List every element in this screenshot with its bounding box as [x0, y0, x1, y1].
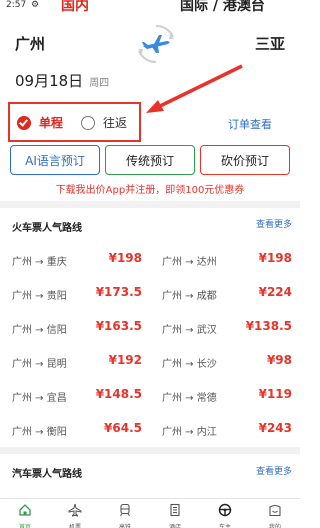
nav-label: 首页	[18, 524, 31, 528]
nav-label: 我的	[268, 524, 281, 528]
route-price: ¥98	[266, 353, 292, 367]
ai-booking-button[interactable]: AI语言预订	[10, 145, 100, 175]
route-name: 广州 → 内江	[162, 427, 217, 438]
route-item[interactable]: 广州 → 昆明 ¥192	[0, 351, 150, 385]
checked-radio-icon	[17, 115, 31, 130]
departure-date: 09月18日	[15, 72, 84, 90]
plane-icon	[68, 503, 82, 517]
nav-home[interactable]: 首页	[0, 502, 50, 528]
route-price: ¥243	[258, 421, 292, 435]
tab-international[interactable]: 国际 / 港澳台	[180, 0, 265, 15]
route-name: 广州 → 贵阳	[12, 291, 67, 302]
section-divider	[0, 201, 300, 208]
annotation-arrow-icon	[146, 64, 243, 113]
route-item[interactable]: 广州 → 重庆 ¥198	[0, 249, 150, 283]
trip-type-selector: 单程 往返	[8, 102, 141, 142]
bargain-booking-button[interactable]: 砍价预订	[200, 145, 290, 175]
route-price: ¥173.5	[95, 285, 142, 299]
route-item[interactable]: 广州 → 武汉 ¥138.5	[150, 317, 300, 351]
section-divider	[0, 447, 300, 454]
train-section-title: 火车票人气路线	[12, 223, 82, 234]
route-price: ¥198	[258, 251, 292, 265]
home-icon	[19, 504, 31, 516]
route-item[interactable]: 广州 → 宜昌 ¥148.5	[0, 385, 150, 419]
one-way-radio[interactable]: 单程	[17, 114, 63, 131]
bus-see-more-link[interactable]: 查看更多	[256, 464, 292, 477]
nav-hotel[interactable]: 酒店	[150, 502, 200, 528]
route-name: 广州 → 重庆	[12, 257, 67, 268]
route-price: ¥163.5	[95, 319, 142, 333]
route-name: 广州 → 武汉	[162, 325, 217, 336]
hotel-icon	[170, 503, 180, 517]
route-price: ¥192	[108, 353, 142, 367]
profile-icon	[269, 504, 281, 517]
route-item[interactable]: 广州 → 信阳 ¥163.5	[0, 317, 150, 351]
nav-label: 高铁	[118, 524, 131, 528]
route-item[interactable]: 广州 → 达州 ¥198	[150, 249, 300, 283]
date-selector[interactable]: 09月18日 周四	[15, 70, 109, 92]
nav-label: 车主	[218, 524, 231, 528]
nav-label: 酒店	[168, 524, 181, 528]
nav-car-owner[interactable]: 车主	[200, 502, 250, 528]
route-item[interactable]: 广州 → 贵阳 ¥173.5	[0, 283, 150, 317]
route-price: ¥148.5	[95, 387, 142, 401]
bus-section-title: 汽车票人气路线	[12, 469, 82, 480]
tab-domestic[interactable]: 国内	[61, 0, 89, 15]
round-trip-radio[interactable]: 往返	[81, 114, 127, 131]
one-way-label: 单程	[39, 116, 64, 130]
route-name: 广州 → 达州	[162, 257, 217, 268]
weekday: 周四	[89, 78, 110, 89]
train-see-more-link[interactable]: 查看更多	[256, 217, 292, 230]
route-name: 广州 → 宜昌	[12, 393, 67, 404]
nav-flights[interactable]: 机票	[50, 502, 100, 528]
nav-label: 机票	[68, 524, 81, 528]
route-item[interactable]: 广州 → 成都 ¥224	[150, 283, 300, 317]
booking-buttons: AI语言预订 传统预订 砍价预订	[10, 145, 292, 175]
route-price: ¥119	[258, 387, 292, 401]
nav-profile[interactable]: 我的	[250, 502, 300, 528]
route-name: 广州 → 衡阳	[12, 427, 67, 438]
top-tabs: 国内 国际 / 港澳台	[0, 0, 300, 14]
nav-train[interactable]: 高铁	[100, 502, 150, 528]
round-trip-label: 往返	[103, 116, 128, 130]
steering-wheel-icon	[218, 503, 232, 517]
route-name: 广州 → 常德	[162, 393, 217, 404]
route-name: 广州 → 长沙	[162, 359, 217, 370]
route-price: ¥138.5	[245, 319, 292, 333]
route-name: 广州 → 成都	[162, 291, 217, 302]
order-check-link[interactable]: 订单查看	[228, 116, 300, 132]
route-item[interactable]: 广州 → 长沙 ¥98	[150, 351, 300, 385]
arrival-city[interactable]: 三亚	[255, 33, 285, 54]
unchecked-radio-icon	[81, 115, 95, 130]
promo-banner[interactable]: 下载我出价App并注册，即领100元优惠券	[0, 181, 300, 196]
route-item[interactable]: 广州 → 常德 ¥119	[150, 385, 300, 419]
route-price: ¥64.5	[104, 421, 142, 435]
route-name: 广州 → 信阳	[12, 325, 67, 336]
traditional-booking-button[interactable]: 传统预订	[105, 145, 195, 175]
departure-city[interactable]: 广州	[15, 33, 45, 54]
route-price: ¥224	[258, 285, 292, 299]
bottom-nav: 首页 机票 高铁 酒店 车主 我的	[0, 498, 300, 528]
route-name: 广州 → 昆明	[12, 359, 67, 370]
route-price: ¥198	[108, 251, 142, 265]
train-icon	[120, 503, 130, 517]
